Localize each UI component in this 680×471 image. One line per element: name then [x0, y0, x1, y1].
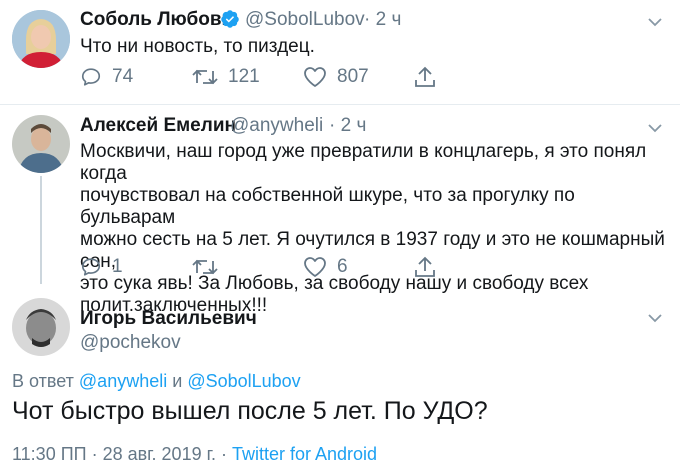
- text-line: Москвичи, наш город уже превратили в кон…: [80, 141, 647, 184]
- tweet-emelin-text: Москвичи, наш город уже превратили в кон…: [80, 141, 670, 317]
- reply-icon: [81, 258, 101, 276]
- like-icon: [304, 67, 326, 87]
- like-button[interactable]: 807: [303, 66, 369, 88]
- reply-count: 1: [112, 256, 123, 277]
- tweet-sobol-handle[interactable]: @SobolLubov: [245, 9, 365, 31]
- retweet-count: 121: [228, 66, 260, 87]
- reply-mention-sobollubov[interactable]: @SobolLubov: [187, 371, 300, 391]
- reply-count: 74: [112, 66, 134, 87]
- share-button[interactable]: [414, 66, 436, 90]
- divider: [0, 104, 680, 105]
- tweet-emelin-name[interactable]: Алексей Емелин: [80, 115, 236, 137]
- text-line: это сука явь! За Любовь, за свободу нашу…: [80, 273, 589, 294]
- share-button[interactable]: [414, 256, 436, 280]
- share-icon: [415, 66, 435, 87]
- avatar-sobol-image: [12, 10, 70, 68]
- source-link[interactable]: Twitter for Android: [232, 444, 377, 464]
- share-icon: [415, 256, 435, 277]
- avatar-pochekov[interactable]: [12, 298, 70, 356]
- like-count: 807: [337, 66, 369, 87]
- reply-button[interactable]: 74: [80, 66, 133, 88]
- retweet-button[interactable]: [192, 256, 218, 278]
- avatar-sobol[interactable]: [12, 10, 70, 68]
- chevron-down-icon[interactable]: [647, 120, 663, 136]
- retweet-icon: [192, 259, 218, 275]
- reply-mention-anywheli[interactable]: @anywheli: [79, 371, 167, 391]
- tweet-sobol-time[interactable]: · 2 ч: [364, 9, 401, 31]
- like-count: 6: [337, 256, 348, 277]
- tweet-pochekov-name[interactable]: Игорь Васильевич: [80, 308, 257, 330]
- retweet-button[interactable]: 121: [192, 66, 260, 88]
- reply-and: и: [172, 371, 183, 391]
- reply-button[interactable]: 1: [80, 256, 123, 278]
- tweet-pochekov-text: Чот быстро вышел после 5 лет. По УДО?: [12, 397, 488, 425]
- verified-badge-icon: [221, 10, 239, 28]
- reply-context: В ответ @anywheli и @SobolLubov: [12, 371, 301, 392]
- avatar-pochekov-image: [12, 298, 70, 356]
- timestamp[interactable]: 11:30 ПП · 28 авг. 2019 г. ·: [12, 444, 227, 464]
- avatar-emelin[interactable]: [12, 115, 70, 173]
- retweet-icon: [192, 69, 218, 85]
- tweet-metadata: 11:30 ПП · 28 авг. 2019 г. · Twitter for…: [12, 444, 377, 465]
- tweet-pochekov-handle[interactable]: @pochekov: [80, 332, 181, 354]
- tweet-emelin-handle[interactable]: @anywheli: [230, 115, 323, 137]
- like-button[interactable]: 6: [303, 256, 348, 278]
- chevron-down-icon[interactable]: [647, 14, 663, 30]
- tweet-sobol-name[interactable]: Соболь Любовь: [80, 9, 233, 31]
- reply-icon: [81, 68, 101, 86]
- like-icon: [304, 257, 326, 277]
- tweet-emelin-time[interactable]: · 2 ч: [329, 115, 366, 137]
- chevron-down-icon[interactable]: [647, 310, 663, 326]
- text-line: почувствовал на собственной шкуре, что з…: [80, 185, 575, 228]
- reply-prefix: В ответ: [12, 371, 74, 391]
- text-line: можно сесть на 5 лет. Я очутился в 1937 …: [80, 229, 665, 272]
- avatar-emelin-image: [12, 115, 70, 173]
- thread-line: [40, 176, 42, 284]
- tweet-sobol-text: Что ни новость, то пиздец.: [80, 36, 315, 57]
